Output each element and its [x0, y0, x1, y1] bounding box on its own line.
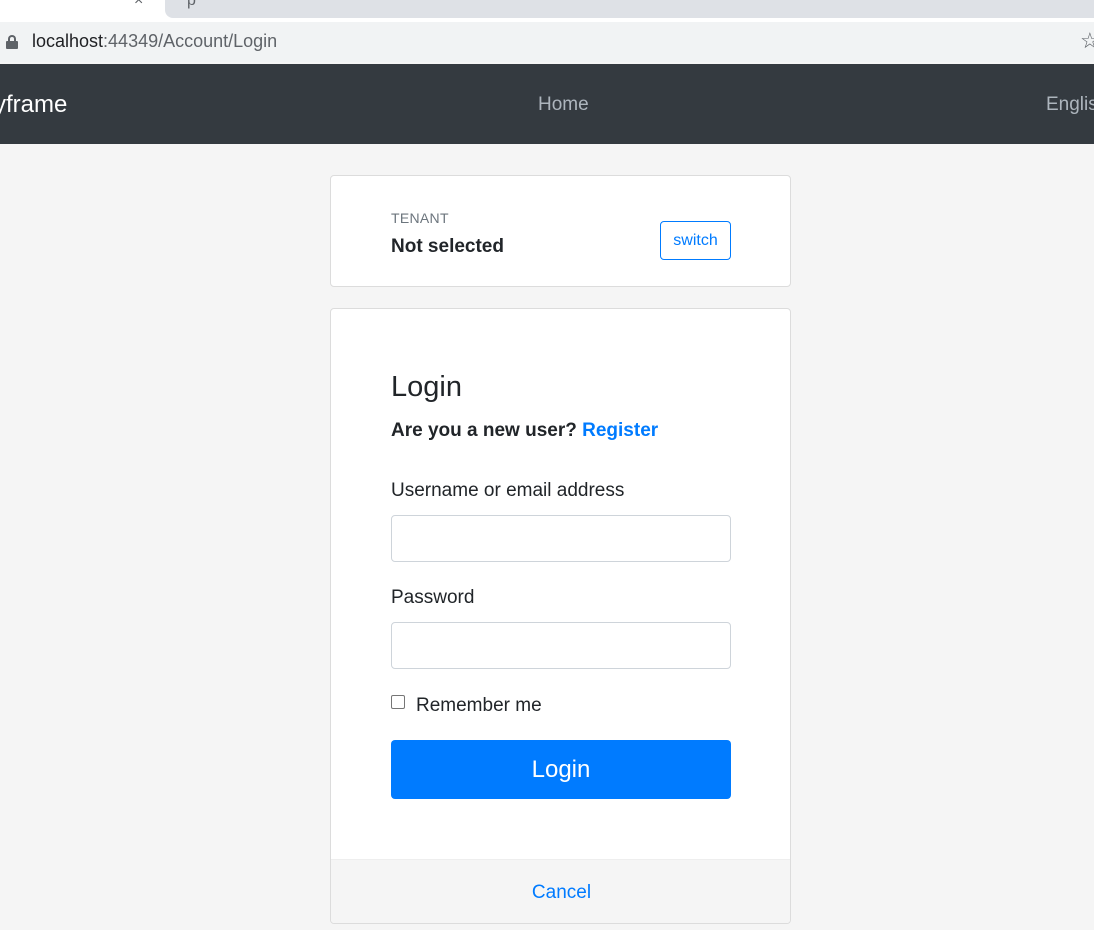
login-card: Login Are you a new user? Register Usern…: [330, 308, 791, 924]
new-user-text: Are you a new user?: [391, 420, 577, 441]
language-selector[interactable]: Englis: [1046, 94, 1094, 116]
address-bar[interactable]: localhost:44349/Account/Login ☆: [0, 22, 1094, 62]
tab-title: p: [187, 0, 196, 9]
remember-me-checkbox[interactable]: [391, 695, 405, 709]
username-label: Username or email address: [391, 480, 625, 501]
nav-home-link[interactable]: Home: [538, 94, 589, 116]
url-host: localhost: [32, 31, 104, 51]
password-input[interactable]: [391, 622, 731, 669]
login-heading: Login: [391, 371, 462, 403]
login-button[interactable]: Login: [391, 740, 731, 799]
remember-me-label[interactable]: Remember me: [416, 695, 542, 717]
lock-icon[interactable]: [6, 35, 18, 49]
switch-tenant-button[interactable]: switch: [660, 221, 731, 260]
register-link[interactable]: Register: [582, 420, 658, 441]
url-path: :44349/Account/Login: [103, 31, 278, 51]
top-navbar: yframe Home Englis: [0, 64, 1094, 144]
login-card-footer: Cancel: [331, 859, 790, 923]
browser-tabstrip: × p: [0, 0, 1094, 22]
cancel-link[interactable]: Cancel: [331, 882, 790, 904]
brand-logo-text[interactable]: yframe: [0, 91, 67, 119]
new-user-prompt: Are you a new user? Register: [391, 420, 658, 442]
browser-tab-active[interactable]: ×: [0, 0, 160, 22]
tenant-caption: TENANT: [391, 210, 449, 226]
star-icon[interactable]: ☆: [1080, 28, 1094, 54]
url-text[interactable]: localhost:44349/Account/Login: [32, 31, 277, 52]
tenant-card: TENANT Not selected switch: [330, 175, 791, 287]
password-label: Password: [391, 587, 475, 608]
close-icon[interactable]: ×: [134, 0, 143, 10]
username-input[interactable]: [391, 515, 731, 562]
tenant-name: Not selected: [391, 236, 504, 257]
browser-tab-inactive[interactable]: p: [165, 0, 1094, 18]
